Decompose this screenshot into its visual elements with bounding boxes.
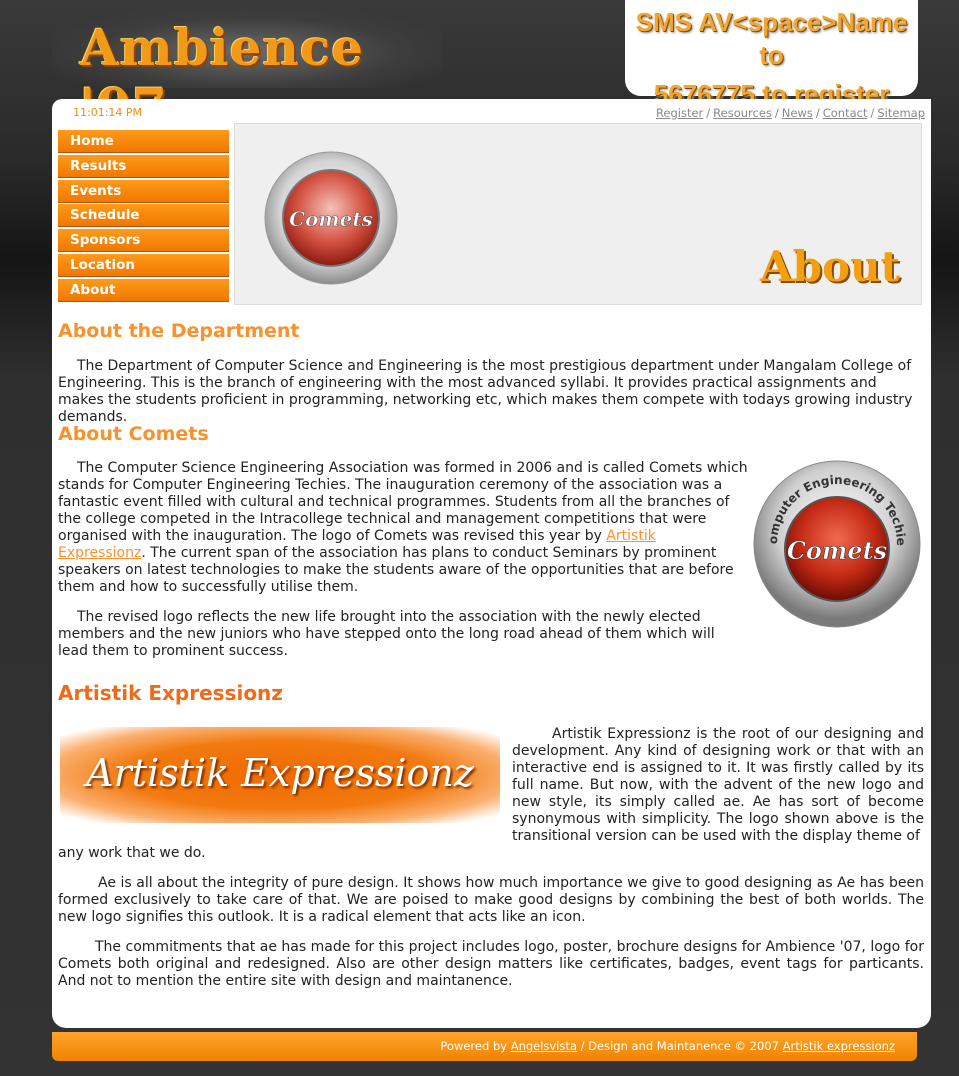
page-banner: Comets About bbox=[234, 123, 922, 305]
artistik-expressionz-logo: Artistik Expressionz bbox=[60, 727, 500, 823]
footer-prefix: Powered by bbox=[440, 1039, 511, 1053]
artistik-paragraph-1: Artistik Expressionz is the root of our … bbox=[512, 726, 924, 844]
link-register[interactable]: Register bbox=[656, 106, 703, 120]
about-sign: About bbox=[760, 242, 900, 291]
comets-text-b: . The current span of the association ha… bbox=[58, 545, 734, 595]
comets-paragraph-1: The Computer Science Engineering Associa… bbox=[58, 460, 748, 596]
artistik-paragraph-3: The commitments that ae has made for thi… bbox=[58, 939, 924, 989]
clock: 11:01:14 PM bbox=[73, 106, 143, 119]
nav-item-schedule[interactable]: Schedule bbox=[58, 204, 229, 228]
top-links: Register / Resources / News / Contact / Sitemap bbox=[656, 106, 925, 120]
main-panel: 11:01:14 PM Register / Resources / News / Cont… bbox=[52, 99, 931, 1028]
sms-line-1: SMS AV<space>Name to bbox=[635, 7, 908, 70]
comets-logo-large-icon: Computer Engineering Techies Comets bbox=[752, 459, 921, 628]
comets-logo-large-text: Comets bbox=[787, 536, 888, 565]
footer-middle: / Design and Maintanence © 2007 bbox=[576, 1039, 783, 1053]
ae-logo-text: Artistik Expressionz bbox=[86, 751, 474, 795]
comets-logo-text: Comets bbox=[289, 207, 373, 231]
page: Ambience '07 SMS AV<space>Name to 567677… bbox=[0, 0, 959, 1076]
nav-item-results[interactable]: Results bbox=[58, 154, 229, 178]
dept-paragraph: The Department of Computer Science and E… bbox=[58, 358, 913, 425]
nav-item-about[interactable]: About bbox=[58, 278, 229, 302]
link-separator: / bbox=[815, 106, 820, 120]
nav-item-home[interactable]: Home bbox=[58, 130, 229, 153]
link-contact[interactable]: Contact bbox=[823, 106, 868, 120]
link-separator: / bbox=[774, 106, 779, 120]
heading-artistik-expressionz: Artistik Expressionz bbox=[58, 681, 283, 705]
angelsvista-link[interactable]: Angelsvista bbox=[511, 1039, 577, 1053]
nav-item-location[interactable]: Location bbox=[58, 253, 229, 277]
artistik-paragraph-2: Ae is all about the integrity of pure de… bbox=[58, 875, 924, 925]
footer-content: Powered by Angelsvista / Design and Main… bbox=[52, 1032, 917, 1061]
link-sitemap[interactable]: Sitemap bbox=[877, 106, 925, 120]
link-resources[interactable]: Resources bbox=[713, 106, 772, 120]
link-separator: / bbox=[870, 106, 875, 120]
heading-about-department: About the Department bbox=[58, 320, 300, 342]
heading-about-comets: About Comets bbox=[58, 423, 209, 445]
artistik-expressionz-footer-link[interactable]: Artistik expressionz bbox=[783, 1039, 895, 1053]
ambience-logo[interactable]: Ambience '07 bbox=[52, 8, 442, 136]
link-news[interactable]: News bbox=[782, 106, 813, 120]
link-separator: / bbox=[706, 106, 711, 120]
comets-logo-icon: Comets bbox=[264, 151, 398, 285]
comets-paragraph-2: The revised logo reflects the new life b… bbox=[58, 609, 715, 659]
sms-register-box: SMS AV<space>Name to 5676775 to register bbox=[625, 0, 918, 109]
side-nav: Home Results Events Schedule Sponsors Lo… bbox=[58, 130, 229, 304]
artistik-paragraph-1-tail: any work that we do. bbox=[58, 845, 206, 861]
nav-item-events[interactable]: Events bbox=[58, 179, 229, 203]
nav-item-sponsors[interactable]: Sponsors bbox=[58, 229, 229, 253]
footer: Powered by Angelsvista / Design and Main… bbox=[52, 1032, 917, 1061]
